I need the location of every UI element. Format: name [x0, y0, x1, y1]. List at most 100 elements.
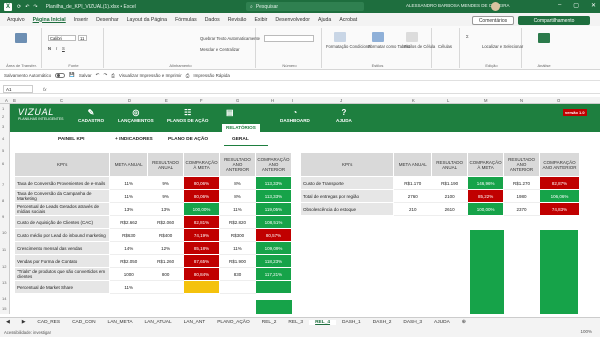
fx-icon[interactable]: fx [43, 87, 47, 92]
save-button[interactable]: Salvar [79, 73, 92, 78]
col-header[interactable]: O [557, 98, 560, 103]
sheet-tab[interactable]: DASH_3 [397, 320, 428, 325]
table-format-icon[interactable] [372, 32, 384, 42]
nav-ajuda[interactable]: ? AJUDA [336, 108, 352, 123]
row-header[interactable]: 15 [2, 306, 6, 311]
tab-exibir[interactable]: Exibir [250, 17, 271, 23]
search-box[interactable]: ⌕ Pesquisar [246, 2, 364, 11]
autosave-icon[interactable]: ⟳ [17, 4, 21, 10]
nav-cadastro[interactable]: ✎ CADASTRO [78, 108, 104, 123]
merge-center-button[interactable]: Mesclar e Centralizar [200, 47, 240, 52]
bold-icon[interactable]: N [48, 46, 51, 51]
nav-relatorios[interactable]: ▤ [226, 108, 234, 118]
save-icon[interactable]: 💾 [69, 72, 75, 78]
paste-icon[interactable] [15, 33, 27, 43]
subnav-painel-kpi[interactable]: PAINEL KPI [58, 137, 84, 142]
sheet-tab[interactable]: REL_3 [282, 320, 309, 325]
maximize-icon[interactable]: ▢ [573, 2, 579, 9]
sheet-nav-prev-icon[interactable]: ◀ [0, 320, 16, 325]
row-header[interactable]: 13 [2, 280, 6, 285]
conditional-format-button[interactable]: Formatação Condicional [326, 44, 371, 49]
undo-icon[interactable]: ↶ [25, 4, 29, 10]
sheet-tab[interactable]: LAN_META [102, 320, 139, 325]
col-header[interactable]: J [340, 98, 342, 103]
col-header[interactable]: H [271, 98, 274, 103]
row-header[interactable]: 2 [2, 114, 4, 119]
conditional-format-icon[interactable] [334, 32, 346, 42]
row-header[interactable]: 5 [2, 148, 4, 153]
tab-layout[interactable]: Layout da Página [123, 17, 171, 23]
col-header[interactable]: E [165, 98, 168, 103]
col-header[interactable]: G [236, 98, 239, 103]
nav-relatorios-active-label[interactable]: RELATÓRIOS [222, 124, 260, 132]
print-preview-icon[interactable]: ⎙ [111, 73, 115, 78]
name-box[interactable]: A1 [3, 85, 33, 93]
tab-pagina-inicial[interactable]: Página Inicial [29, 17, 70, 23]
col-header[interactable]: I [292, 98, 293, 103]
sheet-tab[interactable]: REL_2 [256, 320, 283, 325]
table-row[interactable]: Crescimento mensal das vendas 14% 12% 85… [13, 241, 293, 255]
col-header[interactable]: B [13, 98, 16, 103]
share-button[interactable]: Compartilhamento [518, 16, 590, 25]
row-header[interactable]: 6 [2, 161, 4, 166]
table-row[interactable]: Custo de Transporte R$1.170 R$1.190 146,… [299, 176, 580, 190]
autosave-toggle[interactable] [55, 72, 66, 78]
table-row[interactable]: "Trials" de produtos que são convertidos… [13, 267, 293, 281]
row-header[interactable]: 9 [2, 214, 4, 219]
tab-desenhar[interactable]: Desenhar [92, 17, 123, 23]
table-row[interactable]: Percentual de Market Share 11% [13, 280, 293, 294]
sheet-nav-next-icon[interactable]: ▶ [16, 320, 32, 325]
col-header[interactable]: K [412, 98, 415, 103]
sheet-tab[interactable]: DASH_2 [367, 320, 398, 325]
table-row[interactable]: Obsolescência do estoque 210 2610 100,00… [299, 202, 580, 216]
table-row[interactable]: Taxa de Conversão Provenientes de e-mail… [13, 176, 293, 190]
row-header[interactable]: 1 [2, 106, 4, 111]
subnav-geral[interactable]: GERAL [232, 137, 249, 142]
table-row[interactable]: Taxa de Conversão da Campanha de Marketi… [13, 189, 293, 203]
quick-print-icon[interactable]: ⎙ [186, 73, 190, 78]
analyze-data-icon[interactable] [538, 33, 550, 43]
sheet-tab[interactable]: CAD_CON [66, 320, 101, 325]
redo-small-icon[interactable]: ↷ [103, 72, 107, 78]
table-row[interactable]: Vendas por Forma de Contato R$2.050 R$1.… [13, 254, 293, 268]
tab-arquivo[interactable]: Arquivo [3, 17, 29, 23]
table-row[interactable]: Custo médio por Lead do inbound marketin… [13, 228, 293, 242]
col-header[interactable]: A [5, 98, 8, 103]
tab-dados[interactable]: Dados [201, 17, 224, 23]
row-header[interactable]: 8 [2, 198, 4, 203]
avatar[interactable] [491, 2, 500, 11]
underline-icon[interactable]: S [62, 46, 65, 51]
sheet-tab[interactable]: CAD_RES [31, 320, 66, 325]
find-select-button[interactable]: Localizar e Selecionar [482, 44, 523, 49]
tab-inserir[interactable]: Inserir [70, 17, 92, 23]
nav-planos[interactable]: ☷ PLANOS DE AÇÃO [167, 108, 208, 123]
tab-acrobat[interactable]: Acrobat [335, 17, 361, 23]
minimize-icon[interactable]: – [558, 2, 561, 9]
table-row[interactable]: Total de entregas por região 2760 2100 8… [299, 189, 580, 203]
col-header[interactable]: F [200, 98, 203, 103]
col-header[interactable]: C [60, 98, 63, 103]
sheet-tab[interactable]: LAN_ANT [178, 320, 212, 325]
wrap-text-button[interactable]: Quebrar Texto Automaticamente [200, 36, 260, 41]
print-preview-button[interactable]: Visualizar Impressão e Imprimir [119, 73, 182, 78]
table-row[interactable]: Percentual de Leads Gerados através de m… [13, 202, 293, 216]
cell-styles-button[interactable]: Estilos de Célula [404, 44, 435, 49]
comments-button[interactable]: Comentários [472, 16, 514, 25]
redo-icon[interactable]: ↷ [33, 4, 37, 10]
close-icon[interactable]: ✕ [591, 2, 596, 9]
subnav-indicadores[interactable]: + INDICADORES [115, 137, 153, 142]
sheet-tab[interactable]: AJUDA [428, 320, 456, 325]
italic-icon[interactable]: I [56, 46, 57, 51]
tab-ajuda[interactable]: Ajuda [314, 17, 335, 23]
col-header[interactable]: L [447, 98, 449, 103]
nav-dashboard[interactable]: ◔ DASHBOARD [280, 108, 310, 123]
add-sheet-icon[interactable]: ⊕ [456, 320, 472, 325]
sheet-tab[interactable]: PLANO_AÇÃO [211, 320, 256, 325]
row-header[interactable]: 7 [2, 182, 4, 187]
col-header[interactable]: M [484, 98, 488, 103]
sheet-tab[interactable]: DASH_1 [336, 320, 367, 325]
cells-button[interactable]: Células [438, 44, 452, 49]
row-header[interactable]: 14 [2, 296, 6, 301]
col-header[interactable]: N [520, 98, 523, 103]
cell-styles-icon[interactable] [406, 32, 418, 42]
